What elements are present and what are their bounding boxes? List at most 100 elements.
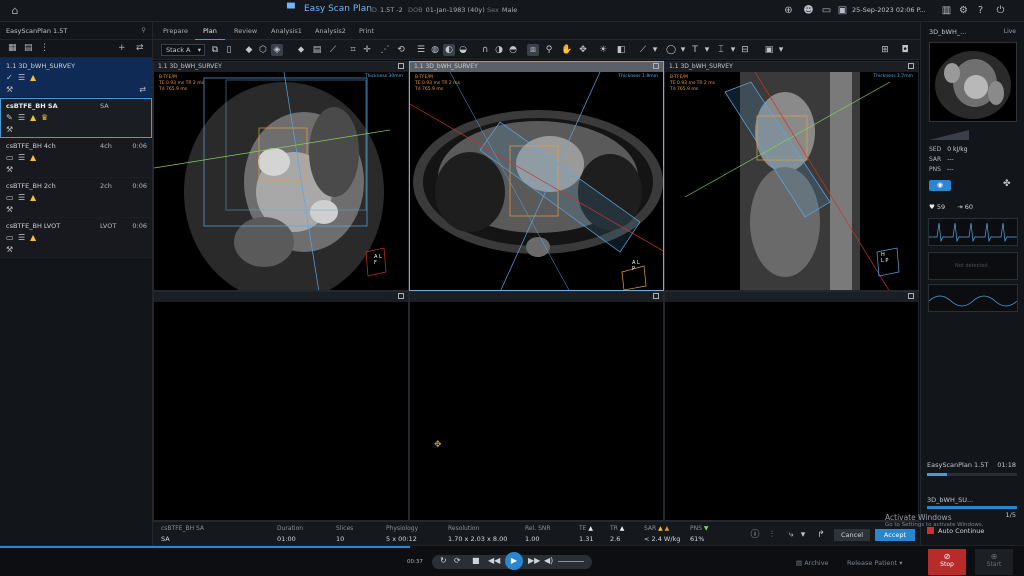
archive-button[interactable]: ▤ Archive: [796, 559, 829, 567]
stop-button[interactable]: ⊘ Stop: [928, 549, 966, 575]
copy-icon[interactable]: ⧉: [209, 44, 221, 56]
viewport-axial[interactable]: 1.1 3D_bWH_SURVEY B-TFE/M TE 0.93 ms TR 2…: [409, 61, 664, 291]
scan-item[interactable]: csBTFE_BH SA SA ✎ ☰ ▲ ♛ ⚒: [0, 98, 152, 138]
tab-analysis2[interactable]: Analysis2: [315, 27, 346, 35]
more-icon[interactable]: ⋮: [40, 43, 49, 53]
release-patient-button[interactable]: Release Patient ▾: [847, 559, 902, 567]
viewport-empty[interactable]: ✥: [409, 291, 664, 521]
wrench-icon[interactable]: ⚒: [6, 85, 13, 94]
wrench-icon[interactable]: ⚒: [6, 165, 13, 174]
accept-button[interactable]: Accept: [875, 529, 915, 541]
maximize-icon[interactable]: [653, 63, 659, 69]
camera-icon[interactable]: ◘: [899, 44, 911, 56]
contrast-icon[interactable]: ◓: [507, 44, 519, 56]
undo-icon[interactable]: ⊞: [879, 44, 891, 56]
crosshair-icon[interactable]: ✛: [361, 44, 373, 56]
half-circle-icon[interactable]: ◑: [493, 44, 505, 56]
stack-icon[interactable]: ☰: [415, 44, 427, 56]
viewport-empty[interactable]: [153, 291, 409, 521]
info-icon[interactable]: ⓘ: [749, 529, 761, 541]
wrench-icon[interactable]: ⚒: [6, 245, 13, 254]
stack-select[interactable]: Stack A ▾: [161, 44, 205, 56]
chevron-down-icon[interactable]: ▾: [797, 529, 809, 541]
branch-icon[interactable]: ⤷: [785, 529, 797, 541]
layers-icon[interactable]: ▤: [311, 44, 323, 56]
scan-item[interactable]: csBTFE_BH 2ch 2ch 0:06 ▭ ☰ ▲ ⚒: [0, 178, 152, 218]
brightness-icon[interactable]: ☀: [597, 44, 609, 56]
text-icon[interactable]: T: [689, 44, 701, 56]
shim-icon[interactable]: ◒: [457, 44, 469, 56]
volume-icon[interactable]: ◀): [544, 556, 553, 565]
fan-icon[interactable]: ✤: [1003, 179, 1011, 189]
viewport-coronal[interactable]: 1.1 3D_bWH_SURVEY B-TFE/M TE 0.93 ms TR 2…: [153, 61, 409, 291]
help-icon[interactable]: ?: [974, 4, 987, 17]
pan-icon[interactable]: ✋: [561, 44, 573, 56]
forward-icon[interactable]: ▶▶: [528, 556, 540, 565]
pin-icon[interactable]: ⚲: [141, 26, 146, 34]
power-icon[interactable]: ⏻: [994, 4, 1007, 17]
play-button[interactable]: ▶: [505, 552, 523, 570]
coil-icon[interactable]: ∩: [479, 44, 491, 56]
parameters-icon[interactable]: ⫶: [766, 529, 778, 541]
wrench-icon[interactable]: ⚒: [6, 125, 13, 134]
measure-icon[interactable]: ⟋: [637, 44, 649, 56]
roi-icon[interactable]: ◯: [665, 44, 677, 56]
rotate-icon[interactable]: ⟲: [395, 44, 407, 56]
reference-icon[interactable]: ⊟: [739, 44, 751, 56]
link-icon[interactable]: ⧈: [527, 44, 539, 56]
intercom-button[interactable]: ◉: [929, 180, 951, 191]
maximize-icon[interactable]: [653, 293, 659, 299]
table-icon[interactable]: ▭: [820, 4, 833, 17]
wrench-icon[interactable]: ⚒: [6, 205, 13, 214]
layout-icon[interactable]: ▣: [763, 44, 775, 56]
chevron-down-icon[interactable]: ▾: [727, 44, 739, 56]
home-icon[interactable]: ⌂: [8, 4, 22, 18]
points-icon[interactable]: ⋰: [379, 44, 391, 56]
start-button[interactable]: ⊕ Start: [975, 549, 1013, 575]
rewind-icon[interactable]: ◀◀: [488, 556, 500, 565]
chevron-down-icon[interactable]: ▾: [649, 44, 661, 56]
chevron-down-icon[interactable]: ▾: [701, 44, 713, 56]
zoom-icon[interactable]: ⚲: [543, 44, 555, 56]
slab-icon[interactable]: ◈: [271, 44, 283, 56]
grid-icon[interactable]: ▦: [8, 43, 17, 53]
tab-plan[interactable]: Plan: [195, 27, 225, 41]
library-icon[interactable]: ▤: [24, 43, 33, 53]
stop-square-icon[interactable]: ■: [472, 556, 480, 565]
chevron-down-icon[interactable]: ▾: [775, 44, 787, 56]
eraser-icon[interactable]: ⬥: [295, 44, 307, 56]
scan-item[interactable]: csBTFE_BH 4ch 4ch 0:06 ▭ ☰ ▲ ⚒: [0, 138, 152, 178]
crop-icon[interactable]: ⌗: [347, 44, 359, 56]
maximize-icon[interactable]: [398, 63, 404, 69]
repeat-icon[interactable]: ⟳: [454, 556, 461, 565]
annotation-icon[interactable]: ⌶: [715, 44, 727, 56]
scan-item[interactable]: 1.1 3D_bWH_SURVEY ✓ ☰ ▲ ⚒ ⇄: [0, 58, 152, 98]
tab-review[interactable]: Review: [234, 27, 257, 35]
angle-icon[interactable]: ⟋: [327, 44, 339, 56]
cube-icon[interactable]: ⬡: [257, 44, 269, 56]
speed-slider[interactable]: [558, 561, 584, 562]
swap-icon[interactable]: ⇄: [139, 85, 146, 94]
maximize-icon[interactable]: [398, 293, 404, 299]
chevron-down-icon[interactable]: ▾: [677, 44, 689, 56]
cancel-button[interactable]: Cancel: [834, 529, 870, 541]
tab-prepare[interactable]: Prepare: [163, 27, 188, 35]
loop-icon[interactable]: ↻: [440, 556, 447, 565]
delete-icon[interactable]: ▯: [223, 44, 235, 56]
tab-analysis1[interactable]: Analysis1: [271, 27, 302, 35]
diamond-icon[interactable]: ◆: [243, 44, 255, 56]
viewport-empty[interactable]: [664, 291, 919, 521]
add-icon[interactable]: +: [118, 43, 126, 53]
maximize-icon[interactable]: [908, 293, 914, 299]
dashboard-icon[interactable]: ▥: [940, 4, 953, 17]
viewport-sagittal[interactable]: 1.1 3D_bWH_SURVEY B-TFE/M TE 0.93 ms TR 2…: [664, 61, 919, 291]
maximize-icon[interactable]: [908, 63, 914, 69]
sphere-icon[interactable]: ◍: [429, 44, 441, 56]
invert-icon[interactable]: ◧: [615, 44, 627, 56]
scan-item[interactable]: csBTFE_BH LVOT LVOT 0:06 ▭ ☰ ▲ ⚒: [0, 218, 152, 258]
disk-icon[interactable]: ▣: [836, 4, 849, 17]
anatomy-icon[interactable]: ◐: [443, 44, 455, 56]
settings-icon[interactable]: ⚙: [957, 4, 970, 17]
live-thumbnail[interactable]: [929, 42, 1017, 122]
target-icon[interactable]: ⊕: [782, 4, 795, 17]
